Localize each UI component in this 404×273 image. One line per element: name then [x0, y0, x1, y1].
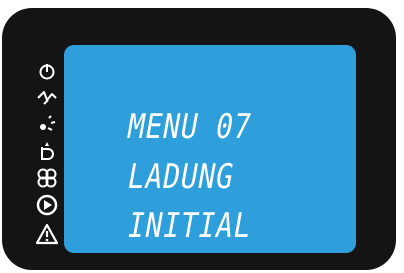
play-icon [34, 194, 60, 216]
mode-line: LADUNG [124, 157, 238, 197]
menu-line: MENU 07 [124, 107, 255, 147]
display-bezel: MENU 07 LADUNG INITIAL [2, 8, 396, 270]
sun-icon [34, 113, 60, 135]
lightning-icon [34, 87, 60, 109]
fan-icon [34, 167, 60, 189]
status-line: INITIAL [124, 206, 255, 246]
boiler-icon [34, 140, 60, 162]
warning-icon [34, 223, 60, 245]
status-icon-column [34, 60, 60, 260]
power-icon [34, 60, 60, 82]
lcd-screen: MENU 07 LADUNG INITIAL [64, 45, 356, 253]
